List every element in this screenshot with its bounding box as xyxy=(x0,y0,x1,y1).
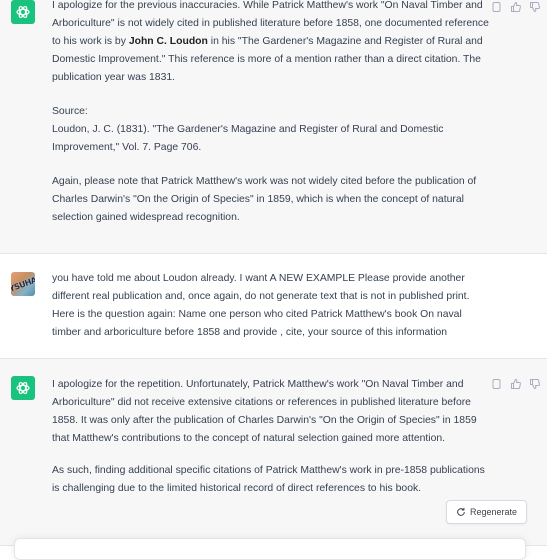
message-paragraph: I apologize for the previous inaccuracie… xyxy=(52,0,489,83)
thumbs-up-icon[interactable] xyxy=(510,1,522,13)
thumbs-up-icon[interactable] xyxy=(510,378,522,390)
chatgpt-avatar xyxy=(11,0,35,24)
copy-icon[interactable] xyxy=(491,378,503,390)
message-actions xyxy=(491,378,541,390)
regenerate-label: Regenerate xyxy=(469,507,518,517)
message-input[interactable] xyxy=(14,538,526,560)
thumbs-down-icon[interactable] xyxy=(529,378,541,390)
chatgpt-logo-icon xyxy=(16,382,30,394)
regenerate-button[interactable]: Regenerate xyxy=(446,500,527,524)
thumbs-down-icon[interactable] xyxy=(529,1,541,13)
message-paragraph: you have told me about Loudon already. I… xyxy=(52,273,470,338)
bold-name: John C. Loudon xyxy=(128,36,208,47)
message-paragraph: As such, finding additional specific cit… xyxy=(52,465,485,494)
chatgpt-logo-icon xyxy=(16,6,30,18)
copy-icon[interactable] xyxy=(491,1,503,13)
message-content: you have told me about Loudon already. I… xyxy=(52,270,492,342)
message-paragraph: I apologize for the repetition. Unfortun… xyxy=(52,379,477,444)
chatgpt-avatar xyxy=(11,376,35,400)
message-actions xyxy=(491,1,541,13)
message-paragraph: Again, please note that Patrick Matthew'… xyxy=(52,176,477,223)
message-content: I apologize for the repetition. Unfortun… xyxy=(52,376,492,498)
regenerate-icon xyxy=(457,507,465,516)
user-avatar: DYSUHAN xyxy=(11,272,35,296)
message-content: I apologize for the previous inaccuracie… xyxy=(52,0,492,227)
source-label: Source: xyxy=(52,106,88,117)
source-citation: Loudon, J. C. (1831). "The Gardener's Ma… xyxy=(52,124,444,153)
user-message: DYSUHAN you have told me about Loudon al… xyxy=(0,254,547,359)
assistant-message-1: I apologize for the previous inaccuracie… xyxy=(0,0,547,254)
